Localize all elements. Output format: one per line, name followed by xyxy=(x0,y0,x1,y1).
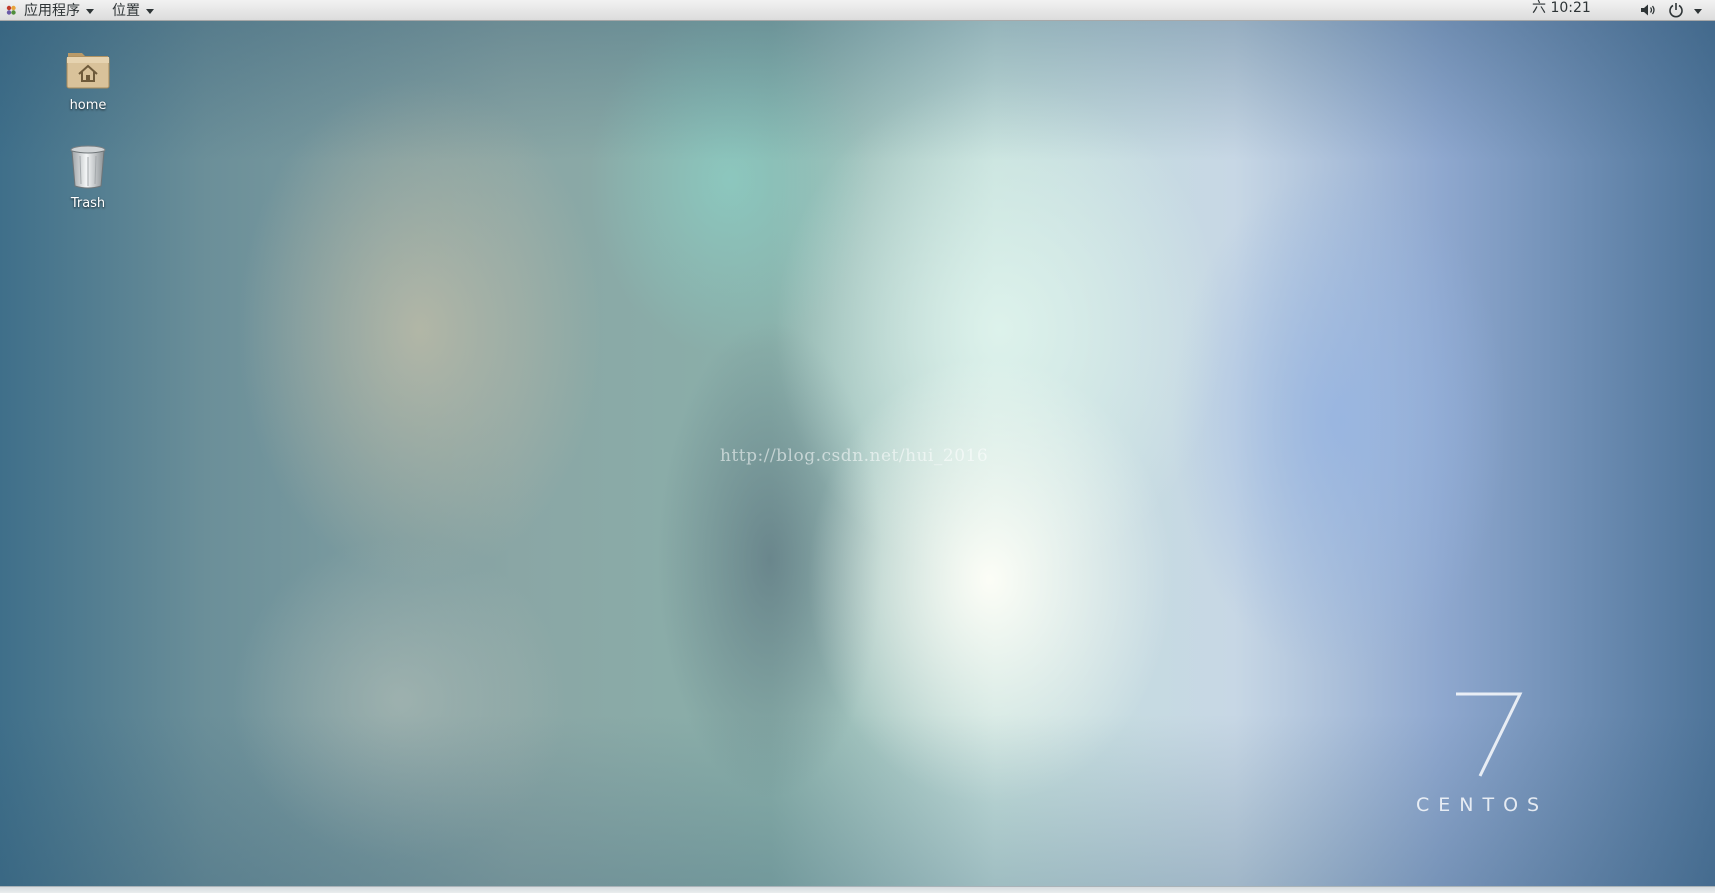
desktop-icon-home[interactable]: home xyxy=(48,44,128,113)
chevron-down-icon xyxy=(146,8,154,14)
centos-wordmark: CENTOS xyxy=(1416,794,1549,816)
volume-icon xyxy=(1641,4,1655,16)
desktop-icon-label: Trash xyxy=(70,196,106,211)
places-label: 位置 xyxy=(112,3,140,19)
places-menu[interactable]: 位置 xyxy=(106,0,160,20)
home-folder-icon xyxy=(66,53,110,89)
status-area[interactable] xyxy=(1640,0,1702,20)
power-icon xyxy=(1669,3,1683,18)
chevron-down-icon xyxy=(1694,8,1702,14)
centos-seven-glyph xyxy=(1456,692,1523,777)
bottom-panel xyxy=(0,886,1715,893)
applications-menu[interactable]: 应用程序 xyxy=(0,0,100,20)
chevron-down-icon xyxy=(86,8,94,14)
clock[interactable]: 六 10:21 xyxy=(1532,0,1591,20)
watermark-url: http://blog.csdn.net/hui_2016 xyxy=(720,446,989,466)
trash-icon xyxy=(70,145,106,189)
applications-label: 应用程序 xyxy=(24,3,80,19)
applications-icon xyxy=(6,5,16,15)
desktop-icon-trash[interactable]: Trash xyxy=(48,144,128,211)
centos-logo: 7 CENTOS xyxy=(1410,690,1570,820)
top-panel: 应用程序 位置 六 10:21 xyxy=(0,0,1715,21)
desktop-screen: 应用程序 位置 六 10:21 home Trash http://blog.c… xyxy=(0,0,1715,893)
desktop-icon-label: home xyxy=(69,98,107,113)
